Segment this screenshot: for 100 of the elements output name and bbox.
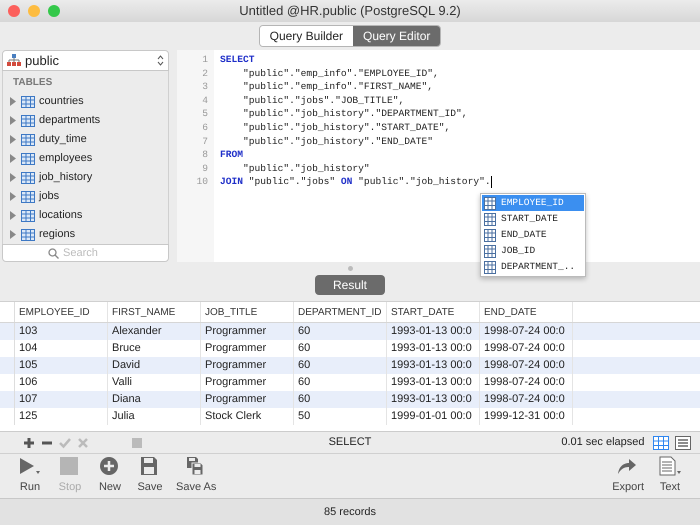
table-icon (21, 96, 35, 108)
table-cell: Julia (108, 408, 201, 425)
column-header[interactable]: END_DATE (480, 302, 573, 322)
save-as-button[interactable]: Save As (170, 456, 222, 496)
expand-icon[interactable] (9, 230, 17, 239)
updown-icon (157, 55, 164, 66)
schema-icon (7, 54, 21, 67)
table-cell: Stock Clerk (201, 408, 294, 425)
table-cell: Alexander (108, 323, 201, 340)
table-cell: David (108, 357, 201, 374)
document-icon (658, 456, 682, 476)
column-icon (484, 244, 496, 258)
sidebar-item[interactable]: employees (3, 149, 168, 168)
code-line: "public"."job_history" (242, 162, 370, 174)
window-control[interactable] (8, 5, 20, 17)
table-cell: 1999-12-31 00:0 (480, 408, 573, 425)
check-icon (59, 436, 71, 448)
table-icon (21, 210, 35, 222)
expand-icon[interactable] (9, 135, 17, 144)
window-control[interactable] (48, 5, 60, 17)
table-cell: Programmer (201, 391, 294, 408)
column-icon (484, 228, 496, 242)
form-view-button[interactable] (672, 436, 694, 450)
elapsed-time: 0.01 sec elapsed (561, 435, 644, 450)
sidebar-item[interactable]: regions (3, 225, 168, 244)
table-cell: 103 (15, 323, 108, 340)
expand-icon[interactable] (9, 173, 17, 182)
splitter-handle[interactable] (348, 266, 352, 270)
table-icon (21, 228, 35, 240)
expand-icon[interactable] (9, 192, 17, 201)
table-icon (21, 114, 35, 126)
table-icon (21, 134, 35, 146)
column-header[interactable]: EMPLOYEE_ID (15, 302, 108, 322)
table-cell: 125 (15, 408, 108, 425)
column-header[interactable]: JOB_TITLE (201, 302, 294, 322)
line-number: 8 (201, 148, 208, 162)
tab[interactable]: Query Editor (353, 26, 440, 46)
section-header: TABLES (12, 76, 54, 90)
list-icon (675, 436, 691, 450)
sidebar-item[interactable]: locations (3, 206, 168, 225)
expand-icon[interactable] (9, 97, 17, 106)
suggestion-item[interactable]: START_DATE (482, 211, 584, 227)
code-line: JOIN "public"."jobs" ON "public"."job_history". (220, 176, 491, 188)
table-cell: 1998-07-24 00:0 (480, 323, 573, 340)
expand-icon[interactable] (9, 154, 17, 163)
sidebar-item[interactable]: departments (3, 111, 168, 130)
stop-icon (131, 436, 143, 448)
table-cell: Diana (108, 391, 201, 408)
table-cell: 60 (294, 357, 387, 374)
column-header[interactable]: FIRST_NAME (108, 302, 201, 322)
table-cell: 60 (294, 323, 387, 340)
suggestion-item[interactable]: DEPARTMENT_.. (482, 259, 584, 275)
table-cell: 1998-07-24 00:0 (480, 391, 573, 408)
code-line: "public"."job_history"."START_DATE", (242, 122, 450, 133)
grid-view-button[interactable] (650, 436, 672, 450)
text-format-button[interactable]: Text (650, 456, 690, 496)
line-number: 7 (201, 134, 208, 148)
line-number: 3 (201, 80, 208, 94)
table-cell: Programmer (201, 357, 294, 374)
table-icon (21, 172, 35, 184)
result-button[interactable]: Result (314, 275, 385, 295)
code-line: "public"."emp_info"."FIRST_NAME", (242, 81, 434, 92)
table-cell: 1993-01-13 00:0 (387, 357, 480, 374)
schema-name: public (25, 52, 60, 70)
table-cell: 1998-07-24 00:0 (480, 357, 573, 374)
code-line: "public"."emp_info"."EMPLOYEE_ID", (242, 68, 439, 79)
table-cell: 1993-01-13 00:0 (387, 391, 480, 408)
column-header[interactable]: DEPARTMENT_ID (294, 302, 387, 322)
table-cell: 105 (15, 357, 108, 374)
schema-select[interactable]: public (2, 50, 169, 71)
sidebar-item[interactable]: job_history (3, 168, 168, 187)
play-icon (18, 456, 42, 476)
code-line: SELECT (220, 54, 255, 65)
line-number: 6 (201, 120, 208, 135)
line-number: 2 (201, 66, 208, 80)
table-cell: 107 (15, 391, 108, 408)
search-field[interactable]: Search (2, 244, 169, 262)
save-button[interactable]: Save (130, 456, 170, 496)
expand-icon[interactable] (9, 116, 17, 125)
statement-label: SELECT (328, 436, 372, 448)
suggestion-item[interactable]: END_DATE (482, 227, 584, 243)
column-icon (484, 260, 496, 274)
window-title: Untitled @HR.public (PostgreSQL 9.2) (239, 3, 461, 18)
line-number: 10 (195, 175, 208, 189)
suggestion-item[interactable]: JOB_ID (482, 243, 584, 259)
cross-icon (77, 436, 89, 448)
column-icon (484, 212, 496, 226)
expand-icon[interactable] (9, 211, 17, 220)
column-header[interactable]: START_DATE (387, 302, 480, 322)
sidebar-item[interactable]: countries (3, 92, 168, 111)
export-button[interactable]: Export (606, 456, 650, 496)
code-line: FROM (220, 149, 244, 160)
tab[interactable]: Query Builder (260, 26, 353, 46)
run-button[interactable]: Run (10, 456, 50, 496)
column-icon (484, 196, 496, 210)
new-button[interactable]: New (90, 456, 130, 496)
sidebar-item[interactable]: duty_time (3, 130, 168, 149)
code-line: "public"."job_history"."END_DATE" (242, 136, 434, 147)
plus-icon (23, 436, 35, 448)
sidebar-item[interactable]: jobs (3, 187, 168, 206)
